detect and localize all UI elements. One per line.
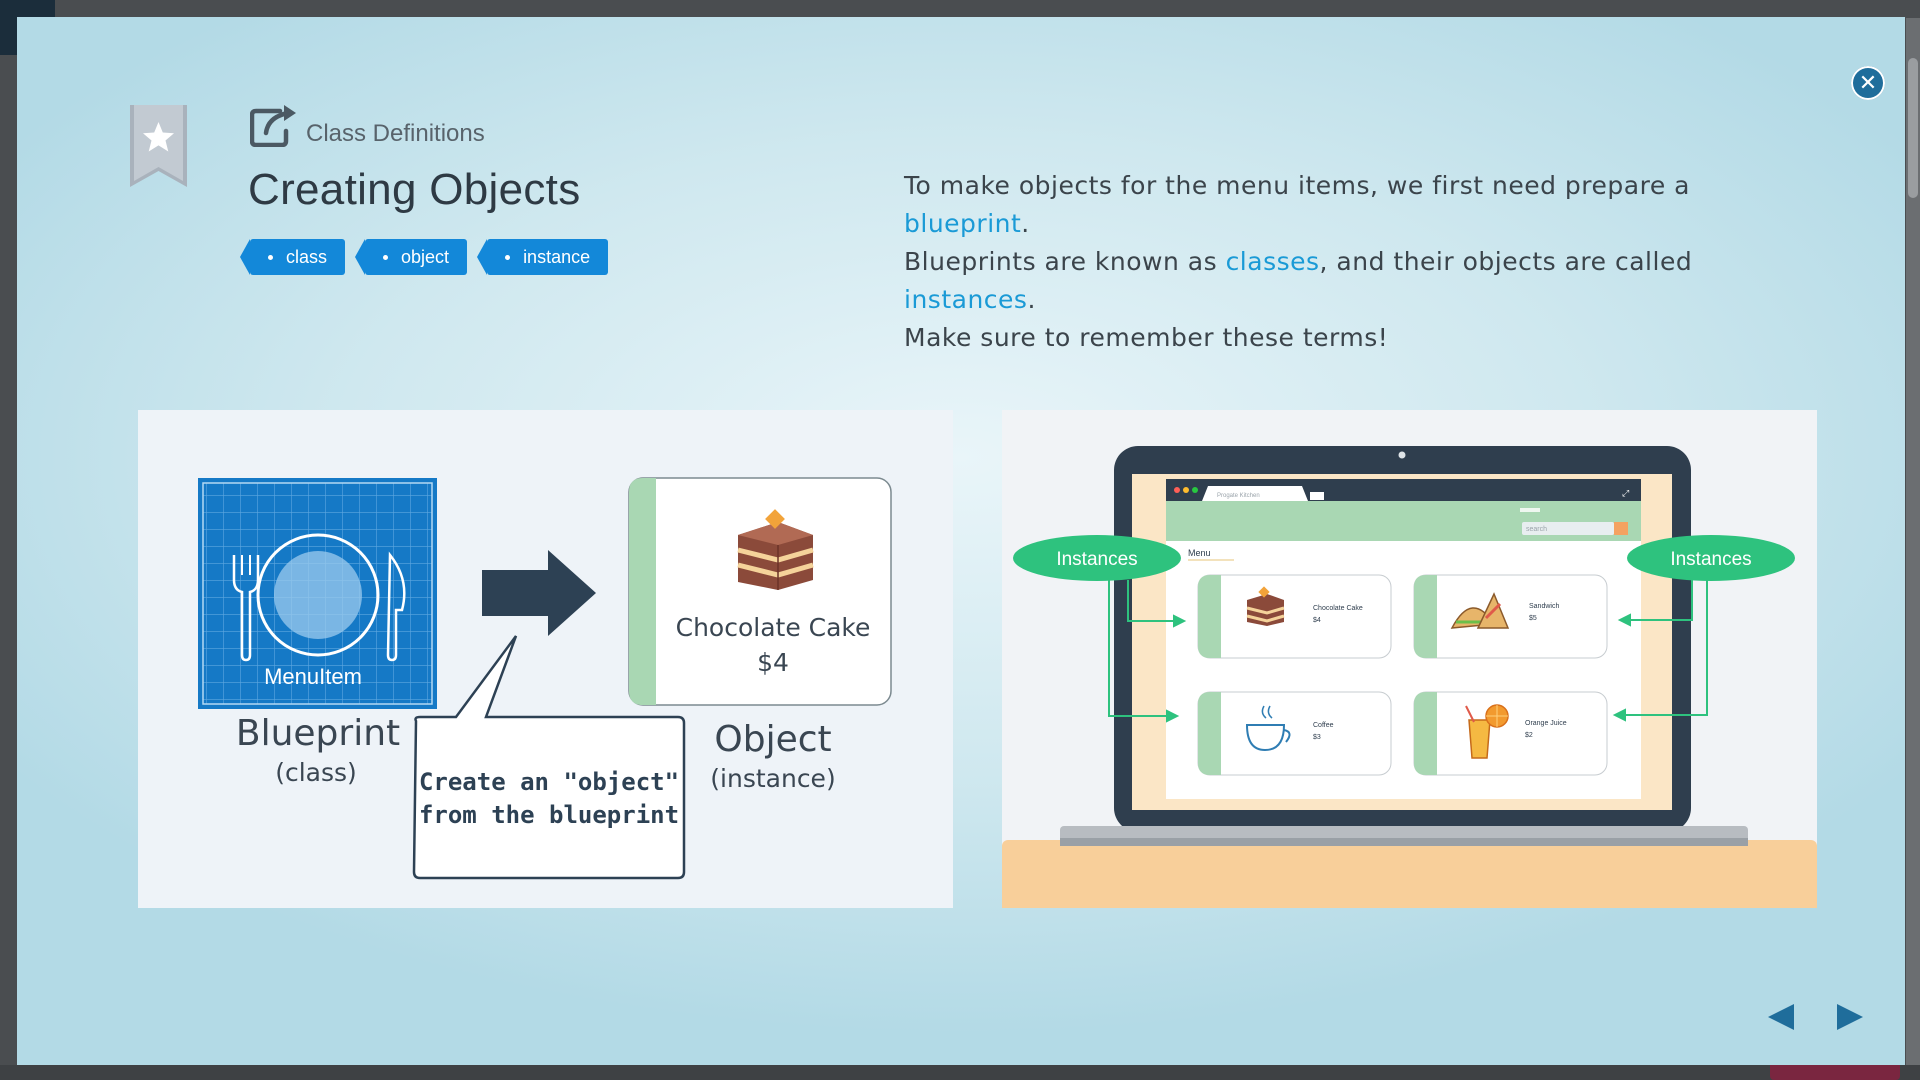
- close-icon: ✕: [1858, 70, 1878, 96]
- instances-text: Instances: [1056, 549, 1137, 570]
- description-line-1: To make objects for the menu items, we f…: [904, 167, 1804, 243]
- blueprint-diagram: MenuItem Blueprint (class) Create an "ob…: [138, 410, 953, 908]
- menu-label: Menu: [1188, 548, 1211, 558]
- tag-list: class object instance: [239, 239, 609, 275]
- text-span: Blueprints are known as: [904, 247, 1226, 276]
- background-bottom-bar: [0, 1065, 1920, 1080]
- description-text: To make objects for the menu items, we f…: [904, 167, 1804, 357]
- arrow-right-icon: [482, 550, 596, 636]
- page-title: Creating Objects: [248, 165, 581, 214]
- blueprint-diagram-graphic: MenuItem Blueprint (class) Create an "ob…: [198, 477, 892, 880]
- menu-item-price: $5: [1529, 615, 1537, 622]
- instances-text: Instances: [1670, 549, 1751, 570]
- menu-card-coffee: Coffee $3: [1197, 691, 1392, 776]
- object-price: $4: [757, 648, 789, 677]
- menu-card-juice: Orange Juice $2: [1413, 691, 1608, 776]
- menu-item-name: Orange Juice: [1525, 720, 1567, 727]
- fullscreen-icon: ⤢: [1621, 489, 1629, 499]
- instances-label-right: Instances: [1627, 535, 1795, 581]
- slide-modal: ✕ Class Definitions Creating Objects cla…: [17, 17, 1905, 1065]
- tag-label: instance: [523, 246, 591, 267]
- text-span: .: [1027, 285, 1036, 314]
- menu-card-cake: Chocolate Cake $4: [1197, 574, 1392, 659]
- menu-item-price: $4: [1313, 617, 1321, 624]
- blueprint-card: MenuItem: [198, 478, 437, 709]
- term-blueprint: blueprint: [904, 209, 1022, 238]
- text-span: .: [1021, 209, 1030, 238]
- object-name: Chocolate Cake: [676, 613, 871, 642]
- text-span: To make objects for the menu items, we f…: [904, 171, 1690, 200]
- external-link-icon: [250, 105, 296, 147]
- instances-label-left: Instances: [1013, 535, 1181, 581]
- tag-dot: [268, 255, 273, 260]
- menu-item-price: $3: [1313, 734, 1321, 741]
- section-subtitle: Class Definitions: [306, 120, 485, 147]
- prev-arrow-icon[interactable]: [1766, 1000, 1796, 1034]
- laptop-diagram-graphic: Progate Kitchen ⤢ search Menu Chocolate …: [1013, 446, 1795, 846]
- star-bookmark-icon[interactable]: [130, 105, 187, 187]
- description-line-2: Blueprints are known as classes, and the…: [904, 243, 1804, 319]
- object-sublabel: (instance): [710, 764, 835, 793]
- page-scrollbar[interactable]: [1906, 18, 1920, 1065]
- browser-tab-title: Progate Kitchen: [1217, 493, 1260, 499]
- text-span: , and their objects are called: [1319, 247, 1693, 276]
- menu-item-name: Chocolate Cake: [1313, 605, 1363, 612]
- tag-label: class: [286, 246, 328, 267]
- term-instances: instances: [904, 285, 1028, 314]
- tag-label: object: [401, 246, 450, 267]
- tag-instance[interactable]: instance: [477, 239, 609, 275]
- menu-card-sandwich: Sandwich $5: [1413, 574, 1608, 659]
- bubble-line-2: from the blueprint: [419, 801, 679, 829]
- laptop-diagram: Progate Kitchen ⤢ search Menu Chocolate …: [1002, 410, 1817, 908]
- menu-item-price: $2: [1525, 732, 1533, 739]
- close-button[interactable]: ✕: [1851, 66, 1885, 100]
- blueprint-label: Blueprint: [236, 713, 400, 754]
- scrollbar-thumb[interactable]: [1908, 58, 1918, 198]
- search-icon: [1614, 522, 1628, 535]
- object-label: Object: [714, 719, 831, 760]
- term-classes: classes: [1225, 247, 1320, 276]
- search-placeholder: search: [1526, 526, 1547, 533]
- background-top-bar: [0, 0, 1920, 18]
- menu-item-name: Sandwich: [1529, 603, 1559, 610]
- laptop-camera: [1398, 451, 1406, 459]
- description-line-3: Make sure to remember these terms!: [904, 323, 1389, 352]
- bubble-line-1: Create an "object": [419, 768, 679, 796]
- tag-dot: [383, 255, 389, 260]
- object-card: Chocolate Cake $4: [628, 477, 892, 706]
- blueprint-sublabel: (class): [275, 758, 357, 787]
- tag-class[interactable]: class: [239, 239, 346, 275]
- menu-item-name: Coffee: [1313, 722, 1334, 729]
- blueprint-text: MenuItem: [264, 664, 362, 689]
- next-arrow-icon[interactable]: [1835, 1000, 1865, 1034]
- tag-object[interactable]: object: [355, 239, 468, 275]
- tag-dot: [505, 255, 511, 260]
